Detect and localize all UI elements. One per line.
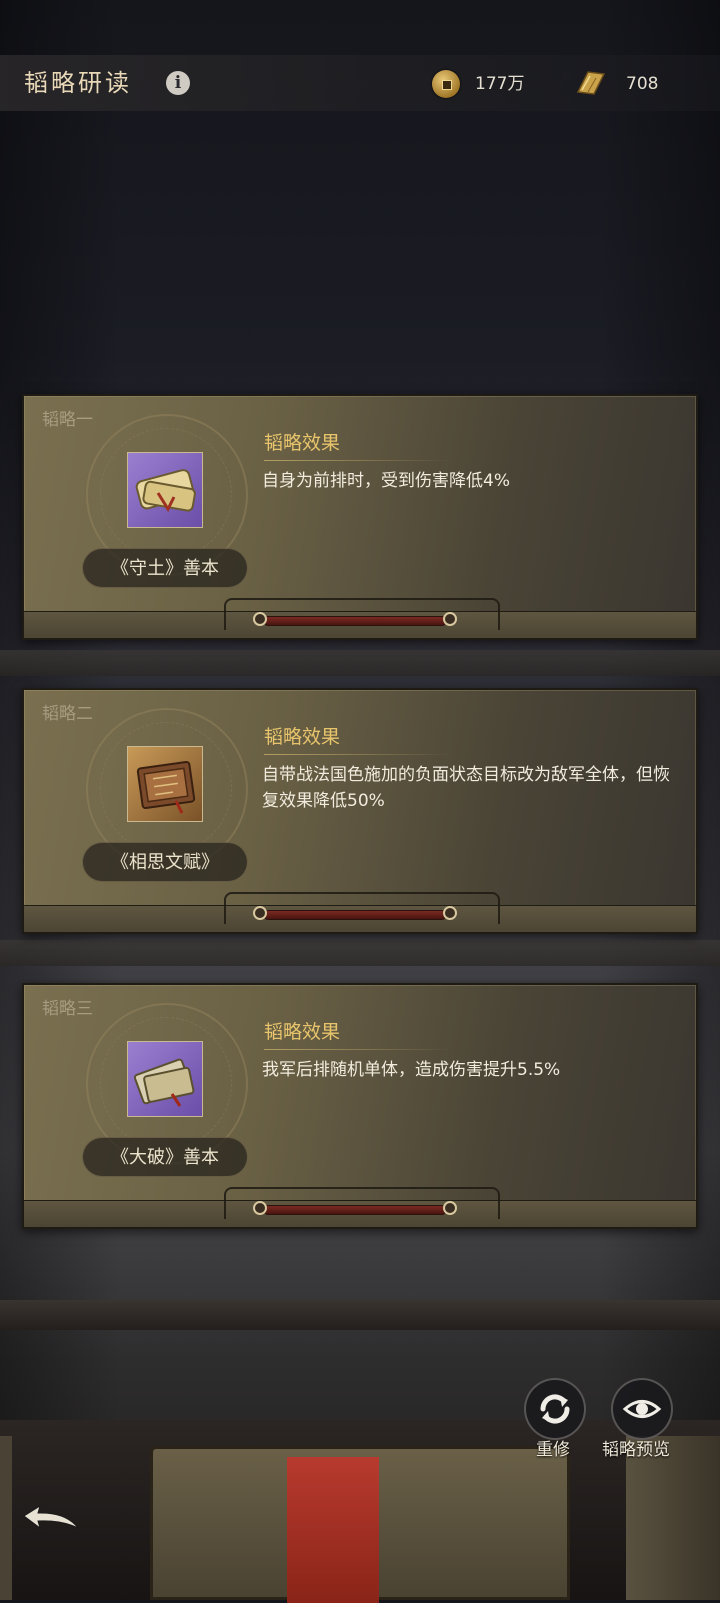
card-progress-bar <box>253 612 457 626</box>
strategy-book <box>150 1446 570 1603</box>
card-progress-bar <box>253 1201 457 1215</box>
info-icon[interactable]: i <box>166 71 190 95</box>
card-item-name: 《大破》善本 <box>82 1137 248 1177</box>
effect-description: 自带战法国色施加的负面状态目标改为敌军全体，但恢复效果降低50% <box>262 765 670 811</box>
effect-title: 韬略效果 <box>264 726 341 748</box>
book-edge-decoration <box>0 1436 12 1600</box>
strategy-card-2[interactable]: 韬略二 《相思文赋》 韬略效果 自带战法国色施加的负面状态目标改为敌军全体，但恢… <box>22 688 698 934</box>
preview-label[interactable]: 韬略预览 <box>602 1438 670 1462</box>
divider <box>264 1049 454 1050</box>
card-progress-bar <box>253 906 457 920</box>
divider <box>264 754 454 755</box>
page-title: 韬略研读 <box>24 69 132 97</box>
book-bundle-icon[interactable] <box>127 746 203 822</box>
eye-icon <box>622 1400 662 1418</box>
effect-title: 韬略效果 <box>264 1021 341 1043</box>
card-slot-label: 韬略一 <box>42 410 93 430</box>
scroll-bundle-icon[interactable] <box>127 1041 203 1117</box>
background-beam <box>0 650 720 676</box>
card-slot-label: 韬略二 <box>42 704 93 724</box>
strategy-card-3[interactable]: 韬略三 《大破》善本 韬略效果 我军后排随机单体，造成伤害提升5.5% <box>22 983 698 1229</box>
effect-description: 自身为前排时，受到伤害降低4% <box>262 471 510 491</box>
effect-description: 我军后排随机单体，造成伤害提升5.5% <box>262 1060 561 1080</box>
refresh-icon <box>540 1394 570 1424</box>
strategy-card-1[interactable]: 韬略一 《守土》善本 韬略效果 自身为前排时，受到伤害降低4% <box>22 394 698 640</box>
back-button[interactable] <box>18 1500 88 1540</box>
scroll-balance: 708 <box>626 74 659 94</box>
background-beam <box>0 940 720 966</box>
back-arrow-icon <box>23 1504 79 1530</box>
coin-balance: 177万 <box>475 74 525 94</box>
background-shelf <box>0 1300 720 1330</box>
effect-title: 韬略效果 <box>264 432 341 454</box>
rebuild-label[interactable]: 重修 <box>536 1438 570 1462</box>
scroll-bundle-icon[interactable] <box>127 452 203 528</box>
divider <box>264 460 454 461</box>
scroll-currency-icon <box>574 68 608 98</box>
book-cover-band <box>287 1457 379 1603</box>
card-item-name: 《守土》善本 <box>82 548 248 588</box>
card-item-name: 《相思文赋》 <box>82 842 248 882</box>
preview-button[interactable] <box>611 1378 673 1440</box>
card-slot-label: 韬略三 <box>42 999 93 1019</box>
coin-icon <box>432 70 460 98</box>
rebuild-button[interactable] <box>524 1378 586 1440</box>
